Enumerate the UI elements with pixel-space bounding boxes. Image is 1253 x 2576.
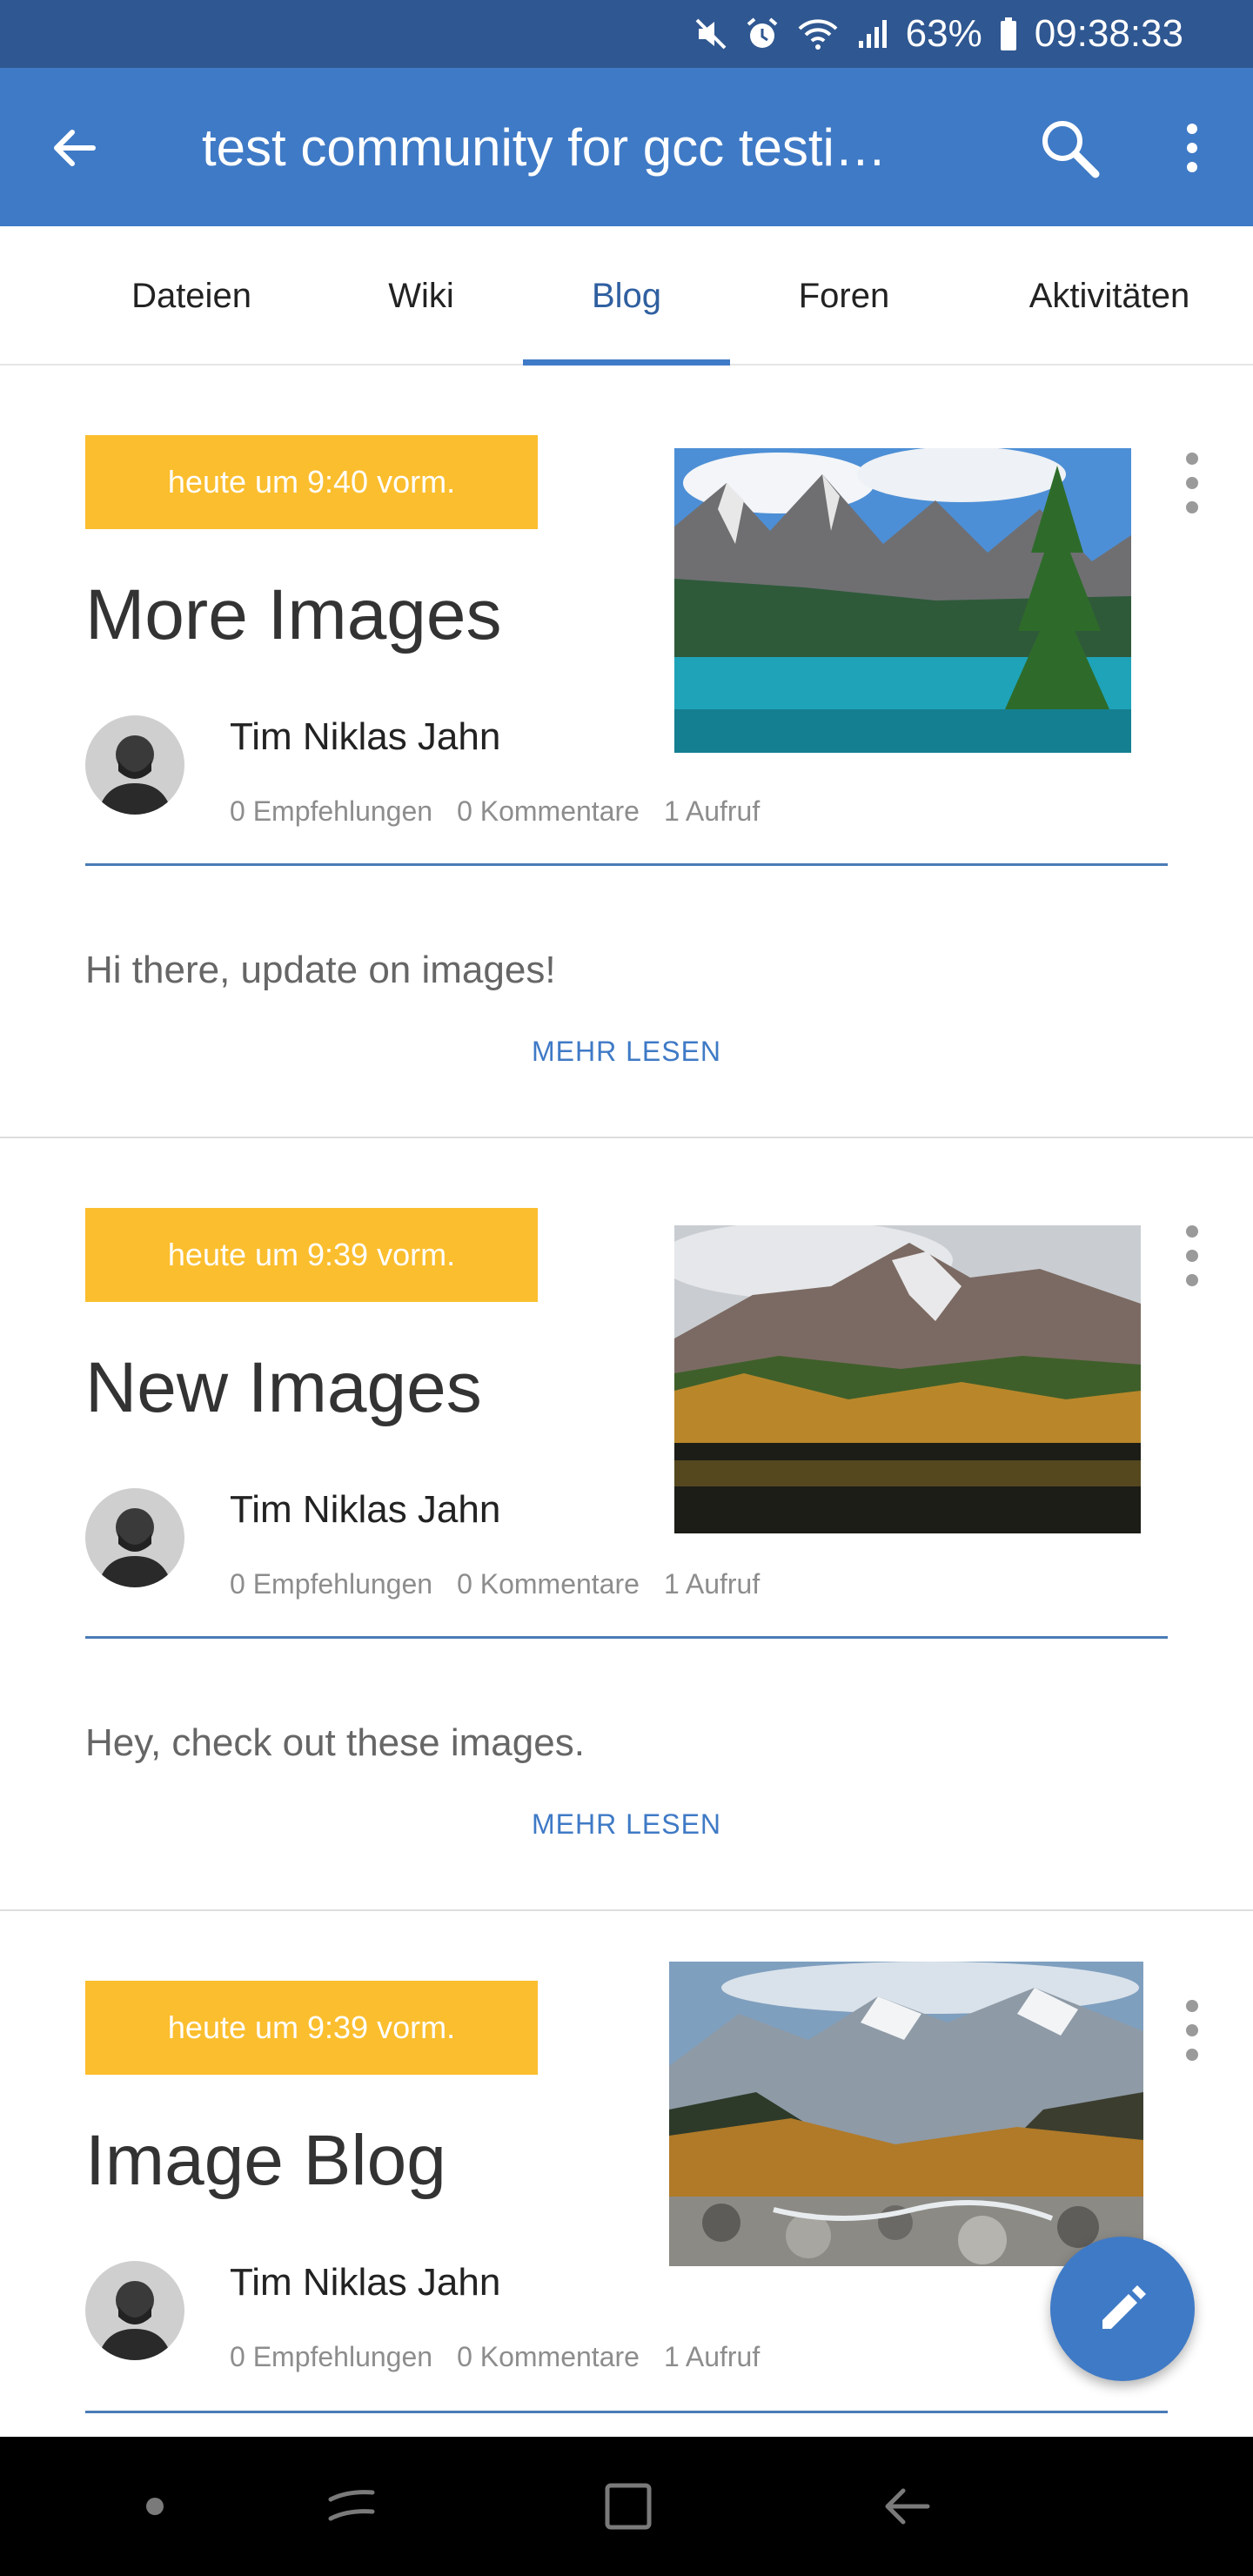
- page-title: test community for gcc testi…: [202, 118, 887, 177]
- status-bar: 63% 09:38:33: [0, 0, 1253, 68]
- author-name[interactable]: Tim Niklas Jahn: [230, 715, 500, 759]
- more-vert-icon: [1186, 453, 1198, 465]
- comments-count: 0 Kommentare: [457, 1568, 640, 1600]
- home-button[interactable]: [593, 2472, 663, 2541]
- overflow-menu-button[interactable]: [1157, 113, 1227, 183]
- more-vert-icon: [1187, 124, 1197, 172]
- tab-wiki[interactable]: Wiki: [350, 226, 492, 366]
- search-icon: [1042, 121, 1100, 178]
- status-icons: 63% 09:38:33: [694, 0, 1183, 68]
- post-menu-button[interactable]: [1175, 1225, 1209, 1286]
- date-badge: heute um 9:40 vorm.: [85, 435, 538, 529]
- signal-icon: [855, 17, 890, 51]
- author-name[interactable]: Tim Niklas Jahn: [230, 1488, 500, 1532]
- post-excerpt: Hey, check out these images.: [85, 1721, 585, 1764]
- wifi-icon: [796, 17, 840, 51]
- comments-count: 0 Kommentare: [457, 795, 640, 827]
- divider: [85, 2411, 1168, 2413]
- compose-fab[interactable]: [1050, 2237, 1195, 2381]
- comments-count: 0 Kommentare: [457, 2341, 640, 2372]
- blog-post-card[interactable]: heute um 9:40 vorm. More Images Tim Nikl…: [0, 366, 1253, 1138]
- tab-foren[interactable]: Foren: [757, 226, 931, 366]
- post-image[interactable]: [669, 1962, 1143, 2266]
- blog-post-card[interactable]: heute um 9:39 vorm. Image Blog Tim Nikla…: [0, 1911, 1253, 2437]
- tab-dateien[interactable]: Dateien: [87, 226, 296, 366]
- post-menu-button[interactable]: [1175, 2000, 1209, 2061]
- search-button[interactable]: [1030, 113, 1109, 183]
- tab-bar: Dateien Wiki Blog Foren Aktivitäten: [0, 226, 1253, 367]
- avatar: [85, 1488, 184, 1587]
- post-image[interactable]: [674, 448, 1131, 753]
- battery-percent: 63%: [905, 12, 982, 55]
- views-count: 1 Aufruf: [663, 2341, 761, 2372]
- tab-aktivitaeten[interactable]: Aktivitäten: [1001, 226, 1218, 366]
- mute-icon: [694, 17, 728, 51]
- recent-apps-icon: [328, 2490, 375, 2521]
- recommendations-count: 0 Empfehlungen: [230, 1568, 433, 1600]
- post-stats: 0 Empfehlungen 0 Kommentare 1 Aufruf: [230, 2341, 760, 2373]
- post-stats: 0 Empfehlungen 0 Kommentare 1 Aufruf: [230, 1568, 760, 1600]
- avatar: [85, 2261, 184, 2360]
- app-bar: test community for gcc testi…: [0, 68, 1253, 226]
- clock: 09:38:33: [1034, 12, 1183, 55]
- post-title[interactable]: New Images: [85, 1347, 482, 1429]
- home-icon: [605, 2483, 652, 2530]
- dot-icon: [146, 2498, 164, 2515]
- avatar: [85, 715, 184, 815]
- date-badge: heute um 9:39 vorm.: [85, 1981, 538, 2075]
- recent-apps-button[interactable]: [317, 2472, 386, 2541]
- views-count: 1 Aufruf: [663, 1568, 761, 1600]
- read-more-button[interactable]: MEHR LESEN: [487, 1808, 766, 1841]
- more-vert-icon: [1186, 1225, 1198, 1238]
- alarm-icon: [744, 16, 781, 52]
- system-back-button[interactable]: [872, 2472, 941, 2541]
- nav-dot-button[interactable]: [120, 2472, 190, 2541]
- battery-icon: [998, 16, 1019, 52]
- date-badge: heute um 9:39 vorm.: [85, 1208, 538, 1302]
- divider: [85, 863, 1168, 866]
- post-image[interactable]: [674, 1225, 1141, 1533]
- post-title[interactable]: More Images: [85, 574, 502, 656]
- read-more-button[interactable]: MEHR LESEN: [487, 1036, 766, 1068]
- tab-blog[interactable]: Blog: [523, 226, 730, 366]
- back-button[interactable]: [35, 113, 113, 183]
- post-stats: 0 Empfehlungen 0 Kommentare 1 Aufruf: [230, 795, 760, 828]
- post-menu-button[interactable]: [1175, 453, 1209, 513]
- recommendations-count: 0 Empfehlungen: [230, 2341, 433, 2372]
- post-title[interactable]: Image Blog: [85, 2120, 446, 2202]
- back-icon: [885, 2488, 930, 2525]
- arrow-left-icon: [54, 130, 96, 166]
- blog-post-card[interactable]: heute um 9:39 vorm. New Images Tim Nikla…: [0, 1138, 1253, 1911]
- pencil-icon: [1102, 2285, 1146, 2329]
- views-count: 1 Aufruf: [663, 795, 761, 827]
- recommendations-count: 0 Empfehlungen: [230, 795, 433, 827]
- system-nav-bar: [0, 2437, 1253, 2576]
- post-excerpt: Hi there, update on images!: [85, 949, 556, 991]
- more-vert-icon: [1186, 2000, 1198, 2012]
- divider: [85, 1636, 1168, 1639]
- author-name[interactable]: Tim Niklas Jahn: [230, 2261, 500, 2304]
